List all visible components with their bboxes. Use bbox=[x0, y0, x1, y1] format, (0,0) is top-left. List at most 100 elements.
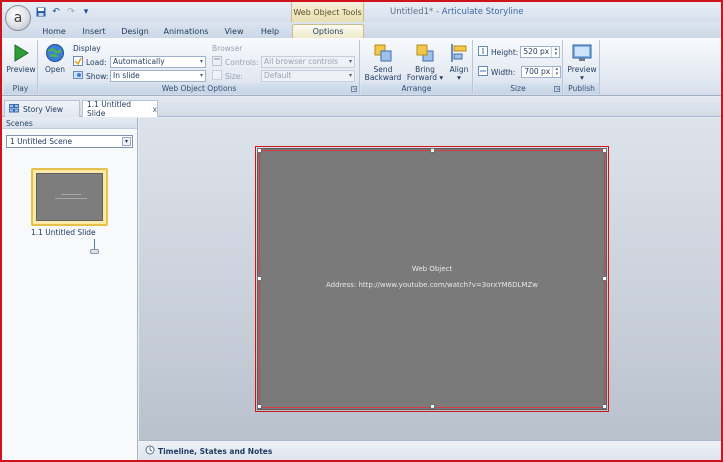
document-name: Untitled1* - bbox=[390, 7, 440, 17]
tab-untitled-slide[interactable]: 1.1 Untitled Slide x bbox=[82, 100, 158, 118]
chevron-down-icon: ▾ bbox=[199, 58, 203, 65]
close-icon[interactable]: x bbox=[153, 105, 157, 114]
load-select[interactable]: Automatically ▾ bbox=[110, 56, 206, 68]
preview-publish-button[interactable]: Preview ▾ bbox=[566, 42, 598, 82]
size-group: Height: 520 px ▴ ▾ Width: 700 px ▴ ▾ Size ↘ bbox=[474, 40, 563, 94]
monitor-icon bbox=[571, 42, 593, 64]
height-row: Height: 520 px ▴ ▾ bbox=[478, 46, 561, 58]
height-icon bbox=[478, 46, 488, 58]
height-label: Height: bbox=[491, 47, 519, 57]
play-group-label: Play bbox=[4, 83, 37, 94]
resize-handle-ne[interactable] bbox=[602, 148, 607, 153]
width-icon bbox=[478, 66, 488, 78]
show-select[interactable]: In slide ▾ bbox=[110, 70, 206, 82]
chevron-down-icon: ▾ bbox=[457, 73, 461, 82]
save-icon[interactable] bbox=[35, 6, 47, 18]
timeline-icon bbox=[145, 445, 155, 457]
browser-size-label: Size: bbox=[225, 71, 243, 81]
controls-label: Controls: bbox=[225, 57, 259, 67]
display-heading: Display bbox=[73, 44, 101, 53]
story-view-icon bbox=[9, 103, 19, 115]
document-tabs: Story View 1.1 Untitled Slide x bbox=[2, 97, 721, 118]
redo-icon[interactable]: ↷ bbox=[65, 6, 77, 18]
chevron-down-icon: ▾ bbox=[348, 58, 352, 65]
tab-help[interactable]: Help bbox=[256, 24, 284, 38]
tab-options[interactable]: Options bbox=[292, 24, 364, 38]
arrange-group-label: Arrange bbox=[361, 83, 472, 94]
slide-canvas: Web Object Address: http://www.youtube.c… bbox=[139, 118, 721, 440]
tab-animations[interactable]: Animations bbox=[162, 24, 210, 38]
web-object-options-launcher[interactable]: ↘ bbox=[351, 86, 357, 92]
bring-forward-label: Forward ▾ bbox=[406, 73, 444, 82]
resize-handle-w[interactable] bbox=[257, 276, 262, 281]
slide-thumbnail[interactable] bbox=[31, 168, 108, 226]
application-name: Articulate Storyline bbox=[441, 7, 524, 17]
thumbnail-text-line bbox=[55, 198, 87, 199]
width-row: Width: 700 px ▴ ▾ bbox=[478, 66, 562, 78]
window-title: Untitled1* - Articulate Storyline bbox=[390, 7, 523, 17]
publish-group-label: Publish bbox=[564, 83, 599, 94]
trigger-icon[interactable] bbox=[90, 249, 99, 254]
web-object-options-group: Open Display Load: Automatically ▾ Show: … bbox=[39, 40, 360, 94]
play-group: Preview Play bbox=[4, 40, 38, 94]
preview-play-label: Preview bbox=[6, 65, 36, 74]
timeline-bar[interactable]: Timeline, States and Notes bbox=[139, 440, 721, 460]
publish-group: Preview ▾ Publish bbox=[564, 40, 600, 94]
tab-story-view[interactable]: Story View bbox=[4, 100, 80, 117]
size-group-label: Size bbox=[474, 83, 562, 94]
browser-size-icon bbox=[212, 70, 222, 82]
scenes-panel: Scenes 1 Untitled Scene ▾ 1.1 Untitled S… bbox=[2, 118, 138, 460]
tab-design[interactable]: Design bbox=[118, 24, 152, 38]
resize-handle-sw[interactable] bbox=[257, 404, 262, 409]
spinner-icon[interactable]: ▴ ▾ bbox=[552, 67, 560, 77]
undo-icon[interactable]: ↶ bbox=[50, 6, 62, 18]
tab-home[interactable]: Home bbox=[38, 24, 70, 38]
show-icon bbox=[73, 70, 83, 82]
tab-insert[interactable]: Insert bbox=[78, 24, 110, 38]
height-input[interactable]: 520 px ▴ ▾ bbox=[520, 46, 561, 58]
thumbnail-text-line bbox=[61, 194, 81, 195]
timeline-label: Timeline, States and Notes bbox=[158, 446, 273, 456]
controls-row: Controls: All browser controls ▾ bbox=[212, 56, 355, 68]
controls-select[interactable]: All browser controls ▾ bbox=[261, 56, 355, 68]
ribbon-tabs: Home Insert Design Animations View Help … bbox=[2, 22, 721, 38]
browser-heading: Browser bbox=[212, 44, 243, 53]
chevron-down-icon: ▾ bbox=[199, 72, 203, 79]
app-window: ↶ ↷ ▾ Web Object Tools Untitled1* - Arti… bbox=[0, 0, 723, 462]
size-row: Size: Default ▾ bbox=[212, 70, 355, 82]
spinner-icon[interactable]: ▴ ▾ bbox=[551, 47, 559, 57]
scenes-heading: Scenes bbox=[2, 118, 137, 129]
align-icon bbox=[448, 42, 470, 64]
size-group-launcher[interactable]: ↘ bbox=[554, 86, 560, 92]
tab-view[interactable]: View bbox=[220, 24, 248, 38]
browser-size-select[interactable]: Default ▾ bbox=[261, 70, 355, 82]
open-label: Open bbox=[44, 65, 66, 74]
controls-icon bbox=[212, 56, 222, 68]
title-bar: ↶ ↷ ▾ Web Object Tools Untitled1* - Arti… bbox=[2, 2, 721, 22]
scene-select[interactable]: 1 Untitled Scene ▾ bbox=[6, 135, 133, 148]
width-input[interactable]: 700 px ▴ ▾ bbox=[521, 66, 562, 78]
resize-handle-e[interactable] bbox=[602, 276, 607, 281]
resize-handle-n[interactable] bbox=[430, 148, 435, 153]
customize-qat-icon[interactable]: ▾ bbox=[80, 6, 92, 18]
chevron-down-icon: ▾ bbox=[348, 72, 352, 79]
chevron-down-icon: ▾ bbox=[122, 137, 131, 146]
web-object-frame[interactable] bbox=[259, 150, 605, 408]
application-menu-button[interactable]: a bbox=[5, 5, 31, 31]
open-button[interactable]: Open bbox=[42, 42, 68, 74]
load-row: Load: Automatically ▾ bbox=[73, 56, 206, 68]
resize-handle-se[interactable] bbox=[602, 404, 607, 409]
load-icon bbox=[73, 56, 83, 68]
app-orb-letter: a bbox=[13, 10, 23, 26]
preview-play-button[interactable]: Preview bbox=[6, 42, 36, 74]
send-backward-icon bbox=[372, 42, 394, 64]
align-button[interactable]: Align ▾ bbox=[447, 42, 471, 82]
bring-forward-button[interactable]: Bring Forward ▾ bbox=[405, 42, 445, 82]
arrange-group: Send Backward ▾ Bring Forward ▾ Align ▾ … bbox=[361, 40, 473, 94]
resize-handle-s[interactable] bbox=[430, 404, 435, 409]
show-row: Show: In slide ▾ bbox=[73, 70, 206, 82]
show-label: Show: bbox=[86, 71, 109, 81]
ribbon: Preview Play Open Display Load: Automati… bbox=[2, 38, 721, 96]
resize-handle-nw[interactable] bbox=[257, 148, 262, 153]
bring-forward-icon bbox=[414, 42, 436, 64]
